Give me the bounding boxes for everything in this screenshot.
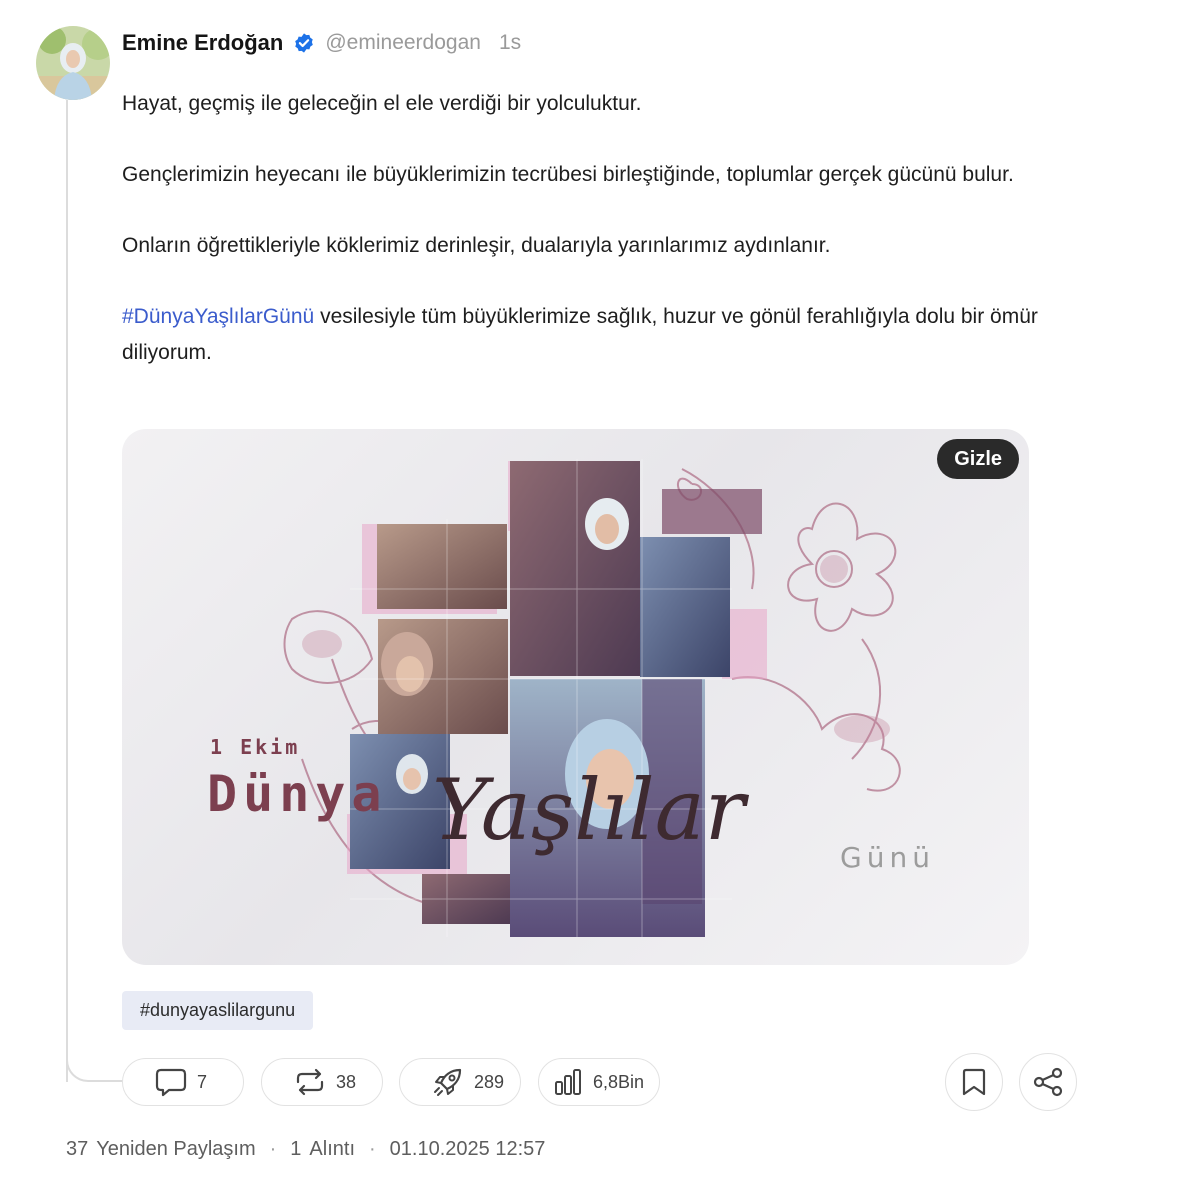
views-chart-icon (555, 1069, 581, 1095)
post-timestamp: 01.10.2025 12:57 (389, 1138, 546, 1160)
poster-date: 1 Ekim (210, 735, 300, 759)
quotes-total[interactable]: 1 (290, 1138, 301, 1161)
poster-word-gunu: Günü (840, 841, 935, 874)
bookmark-icon (962, 1068, 986, 1096)
boost-button[interactable]: 289 (399, 1058, 521, 1106)
comment-count: 7 (197, 1071, 208, 1092)
repost-count: 38 (336, 1071, 357, 1092)
poster-word-yaslilar: Yaşlılar (432, 761, 750, 859)
poster-word-dunya: Dünya (207, 765, 388, 823)
views-button[interactable]: 6,8Bin (538, 1058, 660, 1106)
meta-separator: · (269, 1138, 277, 1160)
share-button[interactable] (1019, 1053, 1077, 1111)
comment-button[interactable]: 7 (122, 1058, 244, 1106)
post-header: Emine Erdoğan @emineerdogan 1s (122, 28, 521, 58)
thread-line (66, 100, 68, 1082)
thread-connector (66, 1050, 126, 1082)
poster-artwork: 1 Ekim Dünya Yaşlılar Günü (207, 459, 935, 937)
post-paragraph-closing: #DünyaYaşlılarGünü vesilesiyle tüm büyük… (122, 299, 1052, 371)
repost-icon (296, 1068, 324, 1096)
boost-count: 289 (474, 1071, 505, 1092)
avatar[interactable] (36, 26, 110, 100)
repost-button[interactable]: 38 (261, 1058, 383, 1106)
post-meta: 37 Yeniden Paylaşım · 1 Alıntı · 01.10.2… (66, 1138, 545, 1161)
hashtag-link[interactable]: #DünyaYaşlılarGünü (122, 305, 314, 328)
author-handle[interactable]: @emineerdogan (325, 31, 481, 55)
share-icon (1033, 1067, 1063, 1097)
hide-media-button[interactable]: Gizle (937, 439, 1019, 479)
post-time[interactable]: 1s (499, 31, 521, 55)
post-paragraph: Gençlerimizin heyecanı ile büyüklerimizi… (122, 163, 1014, 186)
post-image[interactable]: 1 Ekim Dünya Yaşlılar Günü Gizle (122, 429, 1029, 965)
author-name[interactable]: Emine Erdoğan (122, 30, 283, 56)
comment-icon (155, 1068, 187, 1097)
reposts-label[interactable]: Yeniden Paylaşım (96, 1138, 255, 1161)
reposts-total[interactable]: 37 (66, 1138, 88, 1161)
bookmark-button[interactable] (945, 1053, 1003, 1111)
verified-badge-icon (295, 33, 314, 53)
meta-separator: · (369, 1138, 376, 1160)
quotes-label[interactable]: Alıntı (309, 1138, 355, 1161)
rocket-icon (434, 1068, 462, 1096)
hashtag-chip[interactable]: #dunyayaslilargunu (122, 991, 314, 1030)
post-body: Hayat, geçmiş ile geleceğin el ele verdi… (122, 86, 1052, 406)
post-paragraph: Onların öğrettikleriyle köklerimiz derin… (122, 234, 831, 257)
views-count: 6,8Bin (593, 1071, 645, 1092)
post-paragraph: Hayat, geçmiş ile geleceğin el ele verdi… (122, 92, 642, 115)
